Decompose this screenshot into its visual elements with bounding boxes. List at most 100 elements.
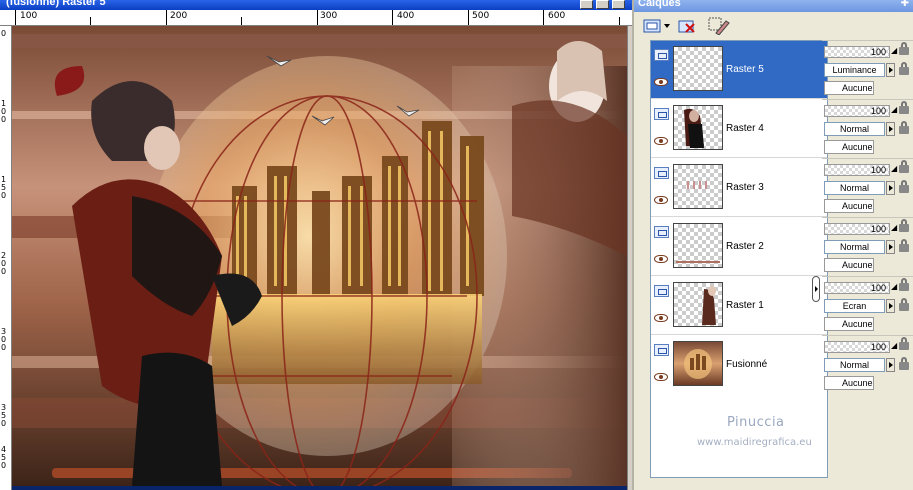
visibility-eye-icon[interactable] [654, 255, 668, 263]
layer-thumbnail [673, 164, 723, 209]
blend-mode-arrow[interactable] [886, 299, 895, 313]
lock-transparency-icon[interactable] [898, 101, 910, 116]
opacity-spin-arrow[interactable]: ◢ [891, 105, 897, 114]
group-link-select[interactable]: Aucune [824, 140, 874, 154]
image-window: (fusionné) Raster 5 100 200 300 400 500 … [0, 0, 632, 490]
group-link-select[interactable]: Aucune [824, 376, 874, 390]
lock-icon[interactable] [898, 180, 910, 195]
layer-row-raster-3[interactable]: Raster 3 [651, 159, 827, 217]
opacity-value: 100 [870, 106, 886, 116]
opacity-value: 100 [870, 342, 886, 352]
lock-transparency-icon[interactable] [898, 160, 910, 175]
opacity-value: 100 [870, 224, 886, 234]
lock-transparency-icon[interactable] [898, 219, 910, 234]
lock-icon[interactable] [898, 239, 910, 254]
opacity-slider[interactable]: 100 [824, 105, 890, 117]
blend-mode-select[interactable]: Normal [824, 122, 885, 136]
opacity-slider[interactable]: 100 [824, 164, 890, 176]
layer-thumbnail [673, 282, 723, 327]
new-layer-button[interactable] [642, 17, 672, 35]
visibility-eye-icon[interactable] [654, 78, 668, 86]
maximize-button[interactable] [596, 0, 609, 9]
opacity-value: 100 [870, 165, 886, 175]
layer-row-raster-1[interactable]: Raster 1 [651, 277, 827, 335]
lock-transparency-icon[interactable] [898, 278, 910, 293]
blend-mode-select[interactable]: Normal [824, 181, 885, 195]
layer-name: Raster 5 [726, 64, 764, 75]
layer-thumbnail [673, 105, 723, 150]
opacity-spin-arrow[interactable]: ◢ [891, 46, 897, 55]
ruler-label: 3 5 0 [1, 403, 7, 428]
opacity-spin-arrow[interactable]: ◢ [891, 223, 897, 232]
blend-mode-select[interactable]: Normal [824, 358, 885, 372]
layer-type-icon[interactable] [654, 226, 669, 238]
opacity-slider[interactable]: 100 [824, 282, 890, 294]
image-window-title-bar[interactable]: (fusionné) Raster 5 [0, 0, 632, 10]
opacity-spin-arrow[interactable]: ◢ [891, 164, 897, 173]
blend-mode-arrow[interactable] [886, 181, 895, 195]
opacity-slider[interactable]: 100 [824, 46, 890, 58]
blend-mode-arrow[interactable] [886, 122, 895, 136]
lock-icon[interactable] [898, 357, 910, 372]
layer-row-raster-4[interactable]: Raster 4 [651, 100, 827, 158]
lock-transparency-icon[interactable] [898, 42, 910, 57]
watermark-url: www.maidiregrafica.eu [697, 437, 812, 448]
ruler-label: 4 5 0 [1, 445, 7, 470]
minimize-button[interactable] [580, 0, 593, 9]
visibility-eye-icon[interactable] [654, 196, 668, 204]
opacity-slider[interactable]: 100 [824, 223, 890, 235]
edit-layer-button[interactable] [708, 17, 730, 35]
blend-mode-arrow[interactable] [886, 358, 895, 372]
layer-type-icon[interactable] [654, 344, 669, 356]
visibility-eye-icon[interactable] [654, 373, 668, 381]
palette-toolbar [634, 12, 913, 40]
layer-type-icon[interactable] [654, 285, 669, 297]
pin-icon[interactable]: ✚ [901, 0, 909, 9]
blend-mode-select[interactable]: Ecran [824, 299, 885, 313]
lock-icon[interactable] [898, 121, 910, 136]
close-button[interactable] [612, 0, 625, 9]
ruler-label: 1 5 0 [1, 175, 7, 200]
lock-icon[interactable] [898, 62, 910, 77]
layer-name: Fusionné [726, 359, 768, 370]
blend-mode-arrow[interactable] [886, 63, 895, 77]
layer-properties: 100 ◢ Normal Aucune [822, 158, 913, 216]
blend-mode-select[interactable]: Normal [824, 240, 885, 254]
ruler-label: 600 [548, 11, 566, 21]
group-link-select[interactable]: Aucune [824, 317, 874, 331]
group-link-select[interactable]: Aucune [824, 258, 874, 272]
ruler-label: 1 0 0 [1, 99, 7, 124]
palette-title: Calques [638, 0, 681, 9]
group-link-select[interactable]: Aucune [824, 81, 874, 95]
ruler-label: 400 [397, 11, 415, 21]
layer-thumbnail [673, 46, 723, 91]
blend-mode-arrow[interactable] [886, 240, 895, 254]
opacity-slider[interactable]: 100 [824, 341, 890, 353]
visibility-eye-icon[interactable] [654, 137, 668, 145]
ruler-label: 500 [472, 11, 490, 21]
group-link-select[interactable]: Aucune [824, 199, 874, 213]
ruler-label: 0 [1, 29, 7, 38]
collapse-panel-handle[interactable] [812, 276, 820, 302]
layer-properties: 100 ◢ Ecran Aucune [822, 276, 913, 334]
lock-icon[interactable] [898, 298, 910, 313]
layer-name: Raster 1 [726, 300, 764, 311]
visibility-eye-icon[interactable] [654, 314, 668, 322]
layer-thumbnail [673, 223, 723, 268]
delete-layer-button[interactable] [678, 17, 696, 35]
layer-type-icon[interactable] [654, 108, 669, 120]
layer-type-icon[interactable] [654, 167, 669, 179]
layer-row-raster-5[interactable]: Raster 5 [651, 41, 827, 99]
lock-transparency-icon[interactable] [898, 337, 910, 352]
layer-row-raster-2[interactable]: Raster 2 [651, 218, 827, 276]
artwork-image[interactable] [12, 26, 627, 486]
ruler-label: 300 [320, 11, 338, 21]
blend-mode-select[interactable]: Luminance [824, 63, 885, 77]
layer-row-fusionne[interactable]: Fusionné [651, 336, 827, 394]
opacity-spin-arrow[interactable]: ◢ [891, 341, 897, 350]
layer-type-icon[interactable] [654, 49, 669, 61]
palette-title-bar[interactable]: Calques ✚ [634, 0, 913, 12]
opacity-spin-arrow[interactable]: ◢ [891, 282, 897, 291]
layer-properties: 100 ◢ Normal Aucune [822, 217, 913, 275]
layer-name: Raster 3 [726, 182, 764, 193]
